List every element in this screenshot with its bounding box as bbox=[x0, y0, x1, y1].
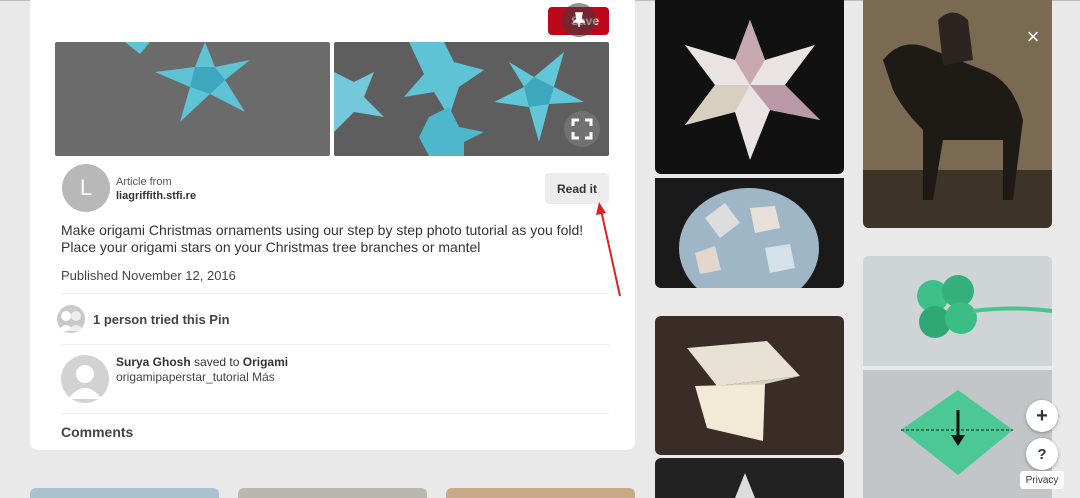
divider bbox=[61, 413, 609, 414]
tried-avatar[interactable] bbox=[57, 305, 85, 333]
pin-tile-paper-ball[interactable] bbox=[655, 178, 844, 288]
avatar-letter: L bbox=[79, 175, 93, 200]
pin-tile-bottom-2[interactable] bbox=[238, 488, 427, 498]
pin-image-left[interactable] bbox=[55, 42, 330, 156]
help-button[interactable]: ? bbox=[1026, 438, 1058, 470]
pin-description: Make origami Christmas ornaments using o… bbox=[61, 222, 584, 255]
saver-name-link[interactable]: Surya Ghosh bbox=[116, 355, 191, 369]
tried-count[interactable]: 1 person tried this Pin bbox=[93, 312, 230, 327]
source-domain-link[interactable]: liagriffith.stfi.re bbox=[116, 190, 196, 202]
published-date: Published November 12, 2016 bbox=[61, 268, 236, 283]
saved-by-line: Surya Ghosh saved to Origami bbox=[116, 355, 288, 369]
pin-tile-partial[interactable] bbox=[655, 458, 844, 498]
pin-tile-bottom-1[interactable] bbox=[30, 488, 219, 498]
saver-avatar[interactable] bbox=[61, 355, 109, 403]
article-from-label: Article from bbox=[116, 176, 172, 188]
plus-icon: + bbox=[1036, 404, 1048, 427]
divider bbox=[61, 344, 609, 345]
pin-tile-bottom-3[interactable] bbox=[446, 488, 635, 498]
pin-tile-star-ornament[interactable] bbox=[655, 0, 844, 174]
privacy-link[interactable]: Privacy bbox=[1020, 471, 1064, 489]
source-avatar[interactable]: L bbox=[62, 164, 110, 212]
saved-description: origamipaperstar_tutorial Más bbox=[116, 370, 275, 384]
pin-tile-folding-step[interactable] bbox=[655, 316, 844, 455]
expand-icon bbox=[571, 118, 593, 140]
saved-to-text: saved to bbox=[194, 355, 240, 369]
expand-image-button[interactable] bbox=[564, 111, 600, 147]
read-it-button[interactable]: Read it bbox=[545, 173, 609, 204]
pin-icon bbox=[573, 12, 585, 27]
comments-heading: Comments bbox=[61, 424, 134, 440]
divider bbox=[61, 293, 609, 294]
help-icon: ? bbox=[1037, 445, 1047, 463]
board-link[interactable]: Origami bbox=[243, 355, 288, 369]
pin-tile-clover[interactable] bbox=[863, 256, 1052, 366]
close-icon[interactable]: × bbox=[1023, 26, 1043, 48]
add-button[interactable]: + bbox=[1026, 400, 1058, 432]
image-divider bbox=[330, 42, 334, 156]
